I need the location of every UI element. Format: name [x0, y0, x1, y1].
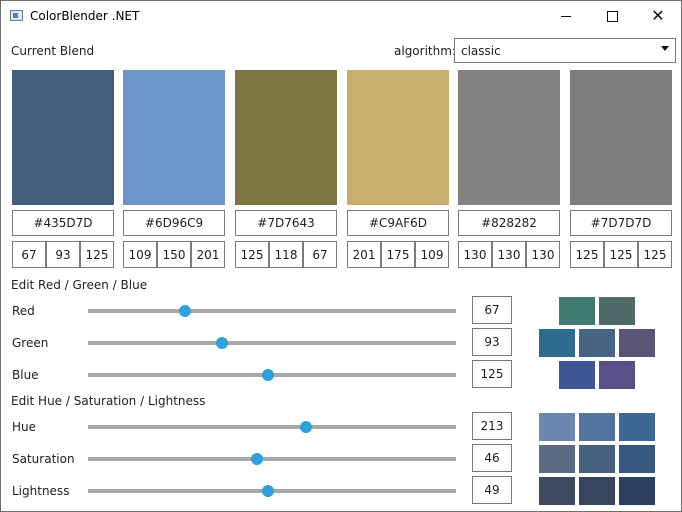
- rgb-variation-tile[interactable]: [579, 329, 615, 357]
- rgb-b-value[interactable]: 109: [415, 241, 449, 268]
- rgb-b-value[interactable]: 125: [638, 241, 672, 268]
- rgb-variation-tile[interactable]: [559, 361, 595, 389]
- hsl-variation-tile[interactable]: [579, 445, 615, 473]
- rgb-b-value[interactable]: 67: [303, 241, 337, 268]
- hsl-variation-tile[interactable]: [539, 413, 575, 441]
- minimize-button[interactable]: [543, 1, 589, 31]
- rgb-g-value[interactable]: 175: [381, 241, 415, 268]
- hsl-value-input[interactable]: 49: [472, 476, 512, 504]
- maximize-icon: [606, 10, 618, 22]
- hex-value-box[interactable]: #C9AF6D: [347, 210, 449, 236]
- color-swatch[interactable]: [570, 70, 672, 205]
- rgb-g-value[interactable]: 150: [157, 241, 191, 268]
- hsl-slider-label: Saturation: [12, 452, 75, 466]
- rgb-r-value[interactable]: 125: [570, 241, 604, 268]
- main-window: ColorBlender .NET ✕ Current Blend algori…: [0, 0, 682, 512]
- color-swatch[interactable]: [458, 70, 560, 205]
- hsl-variation-tile[interactable]: [539, 445, 575, 473]
- rgb-variation-tile[interactable]: [599, 361, 635, 389]
- rgb-slider-label: Green: [12, 336, 49, 350]
- rgb-variation-tile[interactable]: [619, 329, 655, 357]
- rgb-b-value[interactable]: 201: [191, 241, 225, 268]
- rgb-variation-tile[interactable]: [539, 329, 575, 357]
- rgb-slider-thumb[interactable]: [262, 369, 275, 381]
- hsl-slider-thumb[interactable]: [299, 421, 312, 433]
- rgb-g-value[interactable]: 125: [604, 241, 638, 268]
- algorithm-select[interactable]: classic: [454, 38, 676, 63]
- app-icon: [10, 10, 23, 21]
- rgb-r-value[interactable]: 201: [347, 241, 381, 268]
- rgb-slider-thumb[interactable]: [178, 305, 191, 317]
- algorithm-label: algorithm:: [394, 44, 456, 58]
- rgb-value-input[interactable]: 67: [472, 296, 512, 324]
- rgb-r-value[interactable]: 130: [458, 241, 492, 268]
- rgb-b-value[interactable]: 130: [526, 241, 560, 268]
- rgb-value-input[interactable]: 93: [472, 328, 512, 356]
- rgb-g-value[interactable]: 118: [269, 241, 303, 268]
- hsl-variation-tile[interactable]: [619, 477, 655, 505]
- hex-value-box[interactable]: #6D96C9: [123, 210, 225, 236]
- close-button[interactable]: ✕: [635, 1, 681, 31]
- hsl-variation-tile[interactable]: [619, 445, 655, 473]
- window-title: ColorBlender .NET: [30, 9, 140, 23]
- rgb-slider-label: Red: [12, 304, 35, 318]
- color-swatch[interactable]: [12, 70, 114, 205]
- hex-value-box[interactable]: #7D7643: [235, 210, 337, 236]
- color-swatch[interactable]: [123, 70, 225, 205]
- minimize-icon: [561, 15, 571, 17]
- rgb-r-value[interactable]: 125: [235, 241, 269, 268]
- chevron-down-icon: [661, 46, 669, 51]
- rgb-variation-tile[interactable]: [599, 297, 635, 325]
- rgb-slider-label: Blue: [12, 368, 39, 382]
- edit-hsl-label: Edit Hue / Saturation / Lightness: [11, 394, 206, 408]
- hsl-slider-label: Lightness: [12, 484, 70, 498]
- hsl-slider-label: Hue: [12, 420, 37, 434]
- rgb-b-value[interactable]: 125: [80, 241, 114, 268]
- hsl-variation-tile[interactable]: [579, 413, 615, 441]
- hex-value-box[interactable]: #7D7D7D: [570, 210, 672, 236]
- edit-rgb-label: Edit Red / Green / Blue: [11, 278, 148, 292]
- hsl-slider-thumb[interactable]: [262, 485, 275, 497]
- rgb-r-value[interactable]: 109: [123, 241, 157, 268]
- maximize-button[interactable]: [589, 1, 635, 31]
- color-swatch[interactable]: [347, 70, 449, 205]
- rgb-g-value[interactable]: 93: [46, 241, 80, 268]
- rgb-value-input[interactable]: 125: [472, 360, 512, 388]
- rgb-slider-thumb[interactable]: [216, 337, 229, 349]
- algorithm-selected-value: classic: [461, 44, 501, 58]
- hsl-value-input[interactable]: 46: [472, 444, 512, 472]
- close-icon: ✕: [651, 6, 665, 25]
- hsl-slider-track[interactable]: [88, 425, 456, 429]
- rgb-variation-tile[interactable]: [559, 297, 595, 325]
- hex-value-box[interactable]: #828282: [458, 210, 560, 236]
- hsl-slider-track[interactable]: [88, 457, 456, 461]
- hsl-variation-tile[interactable]: [619, 413, 655, 441]
- current-blend-label: Current Blend: [11, 44, 95, 58]
- hsl-value-input[interactable]: 213: [472, 412, 512, 440]
- rgb-slider-track[interactable]: [88, 309, 456, 313]
- hsl-variation-tile[interactable]: [579, 477, 615, 505]
- color-swatch[interactable]: [235, 70, 337, 205]
- rgb-r-value[interactable]: 67: [12, 241, 46, 268]
- rgb-slider-track[interactable]: [88, 341, 456, 345]
- rgb-g-value[interactable]: 130: [492, 241, 526, 268]
- hsl-variation-tile[interactable]: [539, 477, 575, 505]
- hex-value-box[interactable]: #435D7D: [12, 210, 114, 236]
- title-bar: ColorBlender .NET ✕: [1, 1, 681, 31]
- hsl-slider-thumb[interactable]: [251, 453, 264, 465]
